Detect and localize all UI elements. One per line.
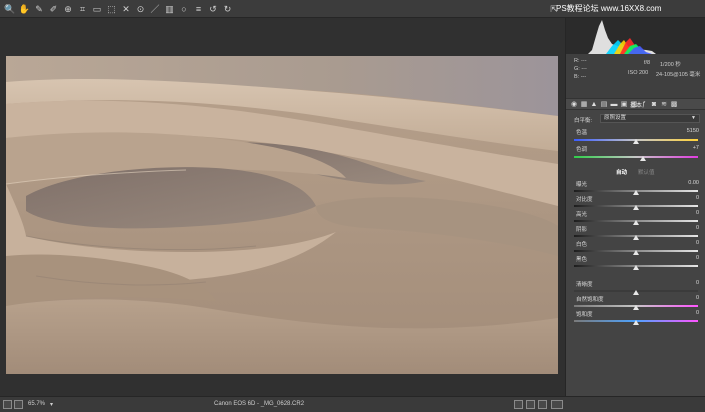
tint-slider-thumb[interactable] (640, 156, 647, 161)
color-sampler-icon[interactable]: ✐ (48, 3, 60, 15)
slider-thumb[interactable] (633, 205, 639, 210)
chevron-down-icon: ▼ (691, 115, 696, 121)
dunes-image (6, 56, 558, 374)
meta-aperture: f/8 (644, 60, 651, 66)
zoom-level[interactable]: 65.7% (28, 401, 45, 407)
file-name: Canon EOS 6D - _MG_0628.CR2 (214, 401, 305, 407)
tint-slider-track[interactable] (574, 156, 698, 158)
white-balance-select[interactable]: 原照设置 ▼ (600, 114, 700, 123)
meta-shutter: 1/200 秒 (660, 62, 681, 68)
slider-value[interactable]: 0 (696, 240, 699, 246)
radial-filter-icon[interactable]: ○ (178, 3, 190, 15)
crop-icon[interactable]: ⌗ (77, 3, 89, 15)
wb-label: 白平衡: (574, 118, 593, 124)
wb-value: 原照设置 (604, 115, 627, 121)
zoom-out-icon[interactable] (3, 400, 12, 409)
meta-b: B: --- (574, 74, 587, 80)
slider-value[interactable]: 0 (696, 225, 699, 231)
slider-thumb[interactable] (633, 265, 639, 270)
slider-label: 饱和度 (576, 312, 593, 318)
slider-label: 自然饱和度 (576, 297, 604, 303)
straighten-icon[interactable]: ▭ (91, 3, 103, 15)
meta-r: R: --- (574, 58, 587, 64)
slider-value[interactable]: 0 (696, 210, 699, 216)
status-bar: 65.7% ▾ Canon EOS 6D - _MG_0628.CR2 (0, 396, 705, 412)
copy-settings-icon[interactable] (538, 400, 547, 409)
slider-thumb[interactable] (633, 290, 639, 295)
transform-icon[interactable]: ⬚ (106, 3, 118, 15)
spot-removal-icon[interactable]: ✕ (120, 3, 132, 15)
tint-label: 色调 (576, 147, 588, 153)
slider-label: 白色 (576, 242, 588, 248)
zoom-icon[interactable]: 🔍 (4, 3, 16, 15)
slider-value[interactable]: 0 (696, 310, 699, 316)
watermark-text: PS教程论坛 www.16XX8.com (556, 4, 662, 13)
histogram-graph (588, 20, 656, 54)
slider-value[interactable]: 0 (696, 295, 699, 301)
auto-button[interactable]: 自动 (616, 168, 627, 176)
graduated-filter-icon[interactable]: ▥ (164, 3, 176, 15)
slider-label: 曝光 (576, 182, 588, 188)
slider-label: 阴影 (576, 227, 588, 233)
target-adjust-icon[interactable]: ⊕ (62, 3, 74, 15)
slider-value[interactable]: 0 (696, 280, 699, 286)
temp-slider-thumb[interactable] (633, 139, 639, 144)
histogram (566, 18, 705, 54)
slider-value[interactable]: 0 (696, 255, 699, 261)
slider-label: 清晰度 (576, 282, 593, 288)
meta-g: G: --- (574, 66, 587, 72)
slider-value[interactable]: 0 (696, 195, 699, 201)
rotate-left-icon[interactable]: ↺ (207, 3, 219, 15)
rotate-right-icon[interactable]: ↻ (222, 3, 234, 15)
slider-label: 对比度 (576, 197, 593, 203)
slider-thumb[interactable] (633, 250, 639, 255)
white-balance-icon[interactable]: ✎ (33, 3, 45, 15)
slider-thumb[interactable] (633, 190, 639, 195)
slider-thumb[interactable] (633, 320, 639, 325)
presets-icon[interactable]: ≡ (193, 3, 205, 15)
desert-dunes-photo[interactable] (6, 56, 558, 374)
meta-lens: 24-105@105 毫米 (656, 72, 701, 78)
hand-icon[interactable]: ✋ (19, 3, 31, 15)
temp-label: 色温 (576, 130, 588, 136)
slider-thumb[interactable] (633, 305, 639, 310)
adjustment-panel: R: --- G: --- B: --- f/8 1/200 秒 ISO 200… (565, 18, 705, 396)
default-button[interactable]: 默认值 (638, 168, 655, 176)
slider-label: 黑色 (576, 257, 588, 263)
image-canvas[interactable] (0, 18, 565, 396)
view-options-icon[interactable] (551, 400, 563, 409)
swap-icon[interactable] (526, 400, 535, 409)
compare-y-icon[interactable] (514, 400, 523, 409)
metadata-area: R: --- G: --- B: --- f/8 1/200 秒 ISO 200… (566, 54, 705, 98)
zoom-dropdown-icon[interactable]: ▾ (50, 401, 53, 408)
zoom-in-icon[interactable] (14, 400, 23, 409)
slider-value[interactable]: 0.00 (688, 180, 699, 186)
red-eye-icon[interactable]: ⊙ (135, 3, 147, 15)
temp-value[interactable]: 5150 (687, 128, 699, 134)
adjustment-brush-icon[interactable]: ／ (149, 3, 161, 15)
slider-thumb[interactable] (633, 235, 639, 240)
tint-value[interactable]: +7 (693, 145, 699, 151)
slider-thumb[interactable] (633, 220, 639, 225)
meta-iso: ISO 200 (628, 70, 649, 76)
top-toolbar: 🔍 ✋ ✎ ✐ ⊕ ⌗ ▭ ⬚ ✕ ⊙ ／ ▥ ○ ≡ ↺ ↻ ⇱ PS教程论坛 www.16XX8.com (0, 0, 705, 18)
section-title-basic: 基本 (629, 103, 642, 109)
slider-label: 高光 (576, 212, 588, 218)
